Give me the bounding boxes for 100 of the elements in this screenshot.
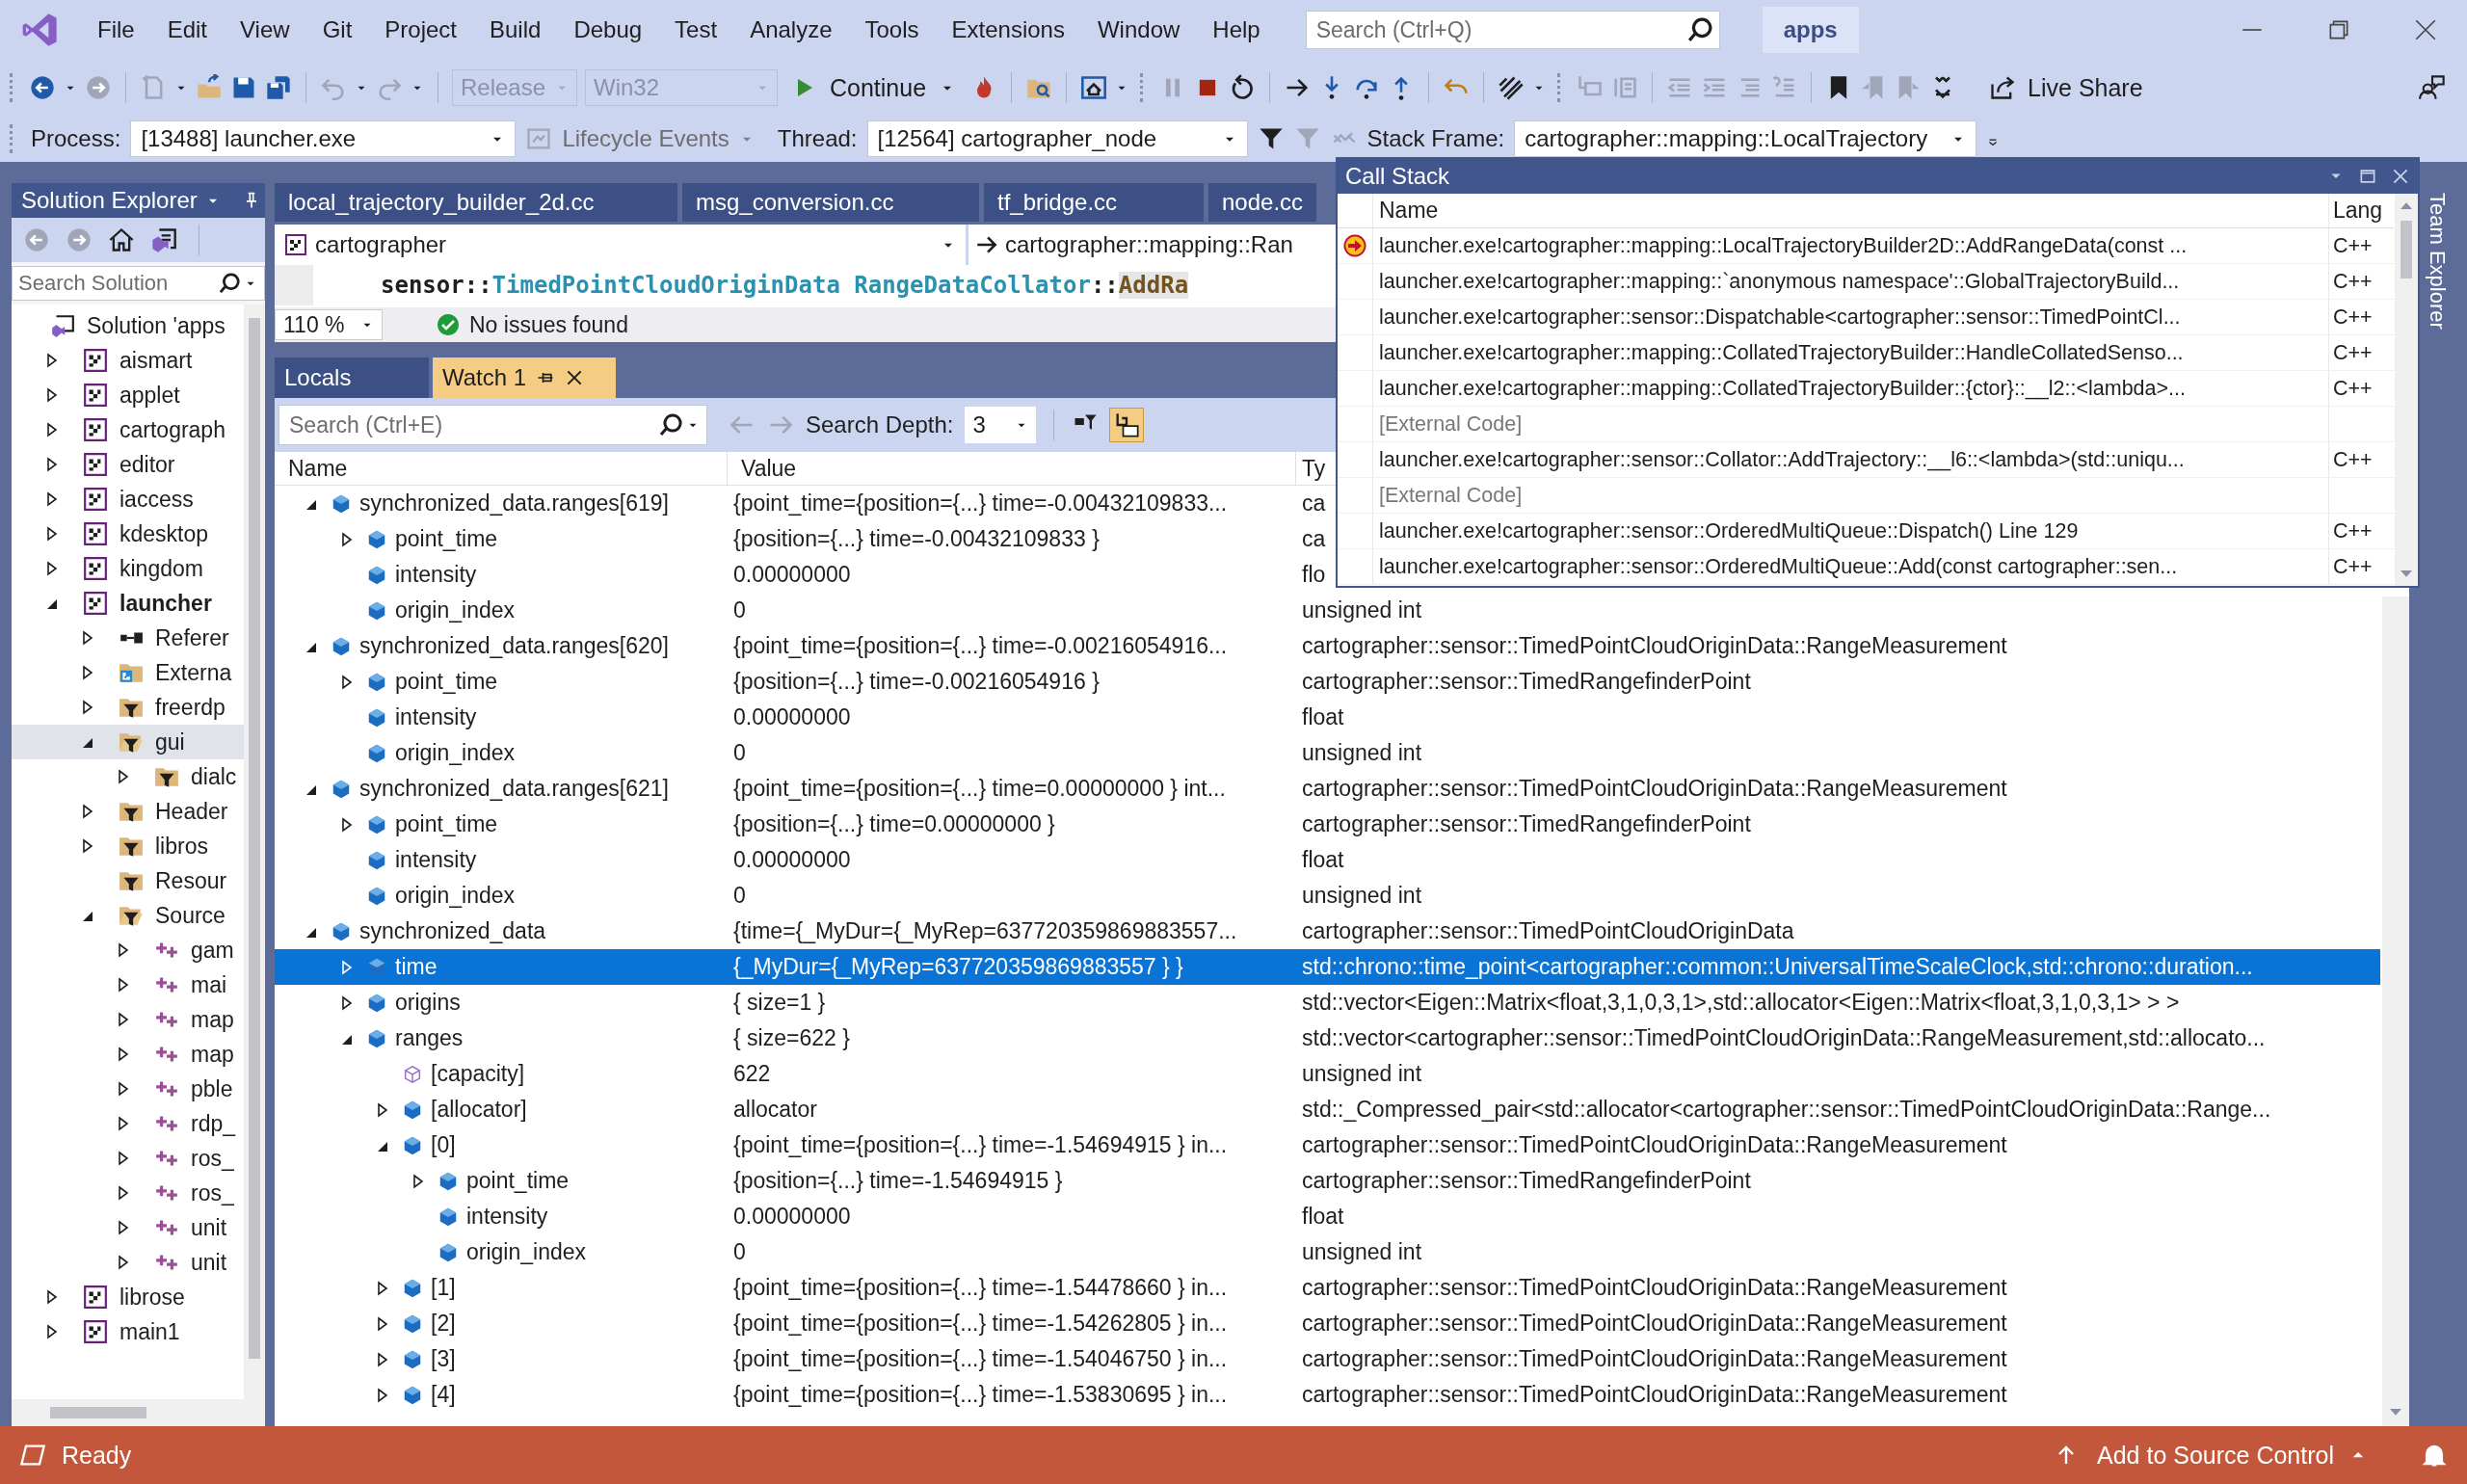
column-header[interactable]: Name [275, 452, 728, 485]
stack-frame[interactable]: [External Code] [1379, 411, 1523, 437]
column-header[interactable]: Value [728, 452, 1296, 485]
menu-item[interactable]: Window [1080, 16, 1197, 43]
menu-item[interactable]: Build [473, 16, 558, 43]
tree-item[interactable]: cartograph [12, 412, 244, 447]
selected-row[interactable]: time {_MyDur={_MyRep=637720359869883557 } } std::chrono::time_point<cartographer::common::UniversalTimeScaleClock,std::chrono::duration... [275, 949, 2380, 985]
source-control-button[interactable]: Add to Source Control [2097, 1441, 2334, 1470]
expand-icon[interactable] [116, 1047, 131, 1062]
expand-icon[interactable] [44, 561, 60, 576]
expand-icon[interactable] [375, 1351, 390, 1367]
file-tab[interactable]: node.cc [1208, 183, 1317, 222]
tree-item[interactable]: gam [12, 933, 244, 967]
lifecycle-events-dropdown[interactable]: Lifecycle Events [562, 125, 755, 152]
menu-item[interactable]: Edit [150, 16, 225, 43]
tree-item[interactable]: Externa [12, 655, 244, 690]
expand-icon[interactable] [44, 387, 60, 403]
tree-item[interactable]: unit [12, 1210, 244, 1245]
open-folder-icon[interactable] [196, 74, 223, 101]
home-icon[interactable] [108, 226, 135, 253]
search-field[interactable]: Search (Ctrl+Q) [1305, 11, 1720, 49]
tree-item[interactable]: pble [12, 1072, 244, 1106]
menu-item[interactable]: Tools [848, 16, 936, 43]
expand-icon[interactable] [116, 942, 131, 958]
scrollbar-thumb[interactable] [2401, 221, 2412, 278]
menu-item[interactable]: View [224, 16, 306, 43]
tree-item[interactable]: librose [12, 1280, 244, 1314]
tree-item[interactable]: main1 [12, 1314, 244, 1349]
tree-item[interactable]: Header [12, 794, 244, 829]
side-panel-tab[interactable]: Team Explorer [2419, 183, 2455, 339]
expand-icon[interactable] [44, 1289, 60, 1305]
save-all-icon[interactable] [265, 74, 292, 101]
tree-item[interactable]: mai [12, 967, 244, 1002]
expand-icon[interactable] [339, 674, 355, 690]
tree-item[interactable]: Source [12, 898, 244, 933]
expand-icon[interactable] [44, 526, 60, 542]
expand-icon[interactable] [80, 700, 95, 715]
text-format-icon[interactable] [1110, 409, 1144, 441]
tree-item[interactable]: dialc [12, 759, 244, 794]
expand-icon[interactable] [44, 491, 60, 507]
tree-item[interactable]: rdp_ [12, 1106, 244, 1141]
panel-tab[interactable]: Watch 1 [433, 358, 616, 398]
expand-icon[interactable] [375, 1280, 390, 1296]
stack-frame[interactable]: launcher.exe!cartographer::mapping::CollatedTrajectoryBuilder::{ctor}::__l2::<lambda>... [1379, 376, 2186, 401]
tree-item[interactable]: launcher [12, 586, 244, 621]
panel-tab[interactable]: Locals [275, 358, 429, 398]
stack-frame[interactable]: [External Code] [1379, 483, 1523, 508]
menu-item[interactable]: Project [368, 16, 473, 43]
tree-item[interactable]: editor [12, 447, 244, 482]
tree-item[interactable]: applet [12, 378, 244, 412]
stack-frame[interactable]: launcher.exe!cartographer::sensor::Dispatchable<cartographer::sensor::TimedPointCl... [1379, 305, 2181, 330]
scrollbar[interactable] [244, 305, 265, 1399]
maximize-icon[interactable] [2358, 167, 2377, 186]
menu-item[interactable]: Help [1196, 16, 1277, 43]
column-header[interactable]: Ty [1296, 452, 1326, 485]
menu-item[interactable]: Debug [557, 16, 659, 43]
close-icon[interactable] [2413, 17, 2438, 42]
expand-icon[interactable] [80, 838, 95, 854]
tree-item[interactable]: Solution 'apps [12, 308, 244, 343]
stack-frame[interactable]: launcher.exe!cartographer::mapping::LocalTrajectoryBuilder2D::AddRangeData(const ... [1379, 233, 2188, 258]
expand-icon[interactable] [375, 1315, 390, 1332]
expand-icon[interactable] [411, 1173, 426, 1189]
switch-views-icon[interactable] [150, 226, 177, 253]
stack-frame[interactable]: launcher.exe!cartographer::sensor::Collator::AddTrajectory::__l6::<lambda>(std::uniqu... [1379, 447, 2185, 472]
tree-item[interactable]: gui [12, 725, 244, 759]
menu-item[interactable]: File [81, 16, 151, 43]
column-header[interactable]: Lang [2329, 198, 2395, 224]
expand-icon[interactable] [44, 422, 60, 437]
scope-dropdown[interactable]: cartographer::mapping::Ran [968, 225, 1293, 265]
expand-icon[interactable] [44, 353, 60, 368]
tree-item[interactable]: libros [12, 829, 244, 863]
tree-item[interactable]: kdesktop [12, 517, 244, 551]
menu-item[interactable]: Test [658, 16, 734, 43]
expand-icon[interactable] [375, 1101, 390, 1118]
expand-icon[interactable] [116, 1255, 131, 1270]
thread-dropdown[interactable]: [12564] cartographer_node [866, 120, 1248, 157]
scrollbar[interactable] [2395, 194, 2418, 586]
search-field[interactable]: Search Solution [12, 266, 265, 301]
menu-item[interactable]: Git [305, 16, 369, 43]
tree-item[interactable]: iaccess [12, 482, 244, 517]
tree-item[interactable]: map [12, 1037, 244, 1072]
expand-icon[interactable] [80, 630, 95, 646]
expand-icon[interactable] [116, 769, 131, 784]
live-share-button[interactable]: Live Share [1983, 72, 2149, 103]
expand-icon[interactable] [116, 1116, 131, 1131]
scrollbar[interactable] [2382, 596, 2409, 1426]
close-icon[interactable] [2391, 167, 2410, 186]
expand-icon[interactable] [116, 1220, 131, 1235]
file-tab[interactable]: local_trajectory_builder_2d.cc [275, 183, 677, 222]
hatched-icon[interactable] [1498, 74, 1525, 101]
expand-icon[interactable] [116, 1012, 131, 1027]
expand-icon[interactable] [339, 816, 355, 833]
expand-icon[interactable] [44, 1324, 60, 1339]
expand-icon[interactable] [339, 994, 355, 1011]
feedback-icon[interactable] [2419, 74, 2446, 101]
expand-icon[interactable] [80, 804, 95, 819]
tree-item[interactable]: Referer [12, 621, 244, 655]
expand-icon[interactable] [375, 1387, 390, 1403]
expand-icon[interactable] [44, 457, 60, 472]
file-tab[interactable]: tf_bridge.cc [984, 183, 1204, 222]
